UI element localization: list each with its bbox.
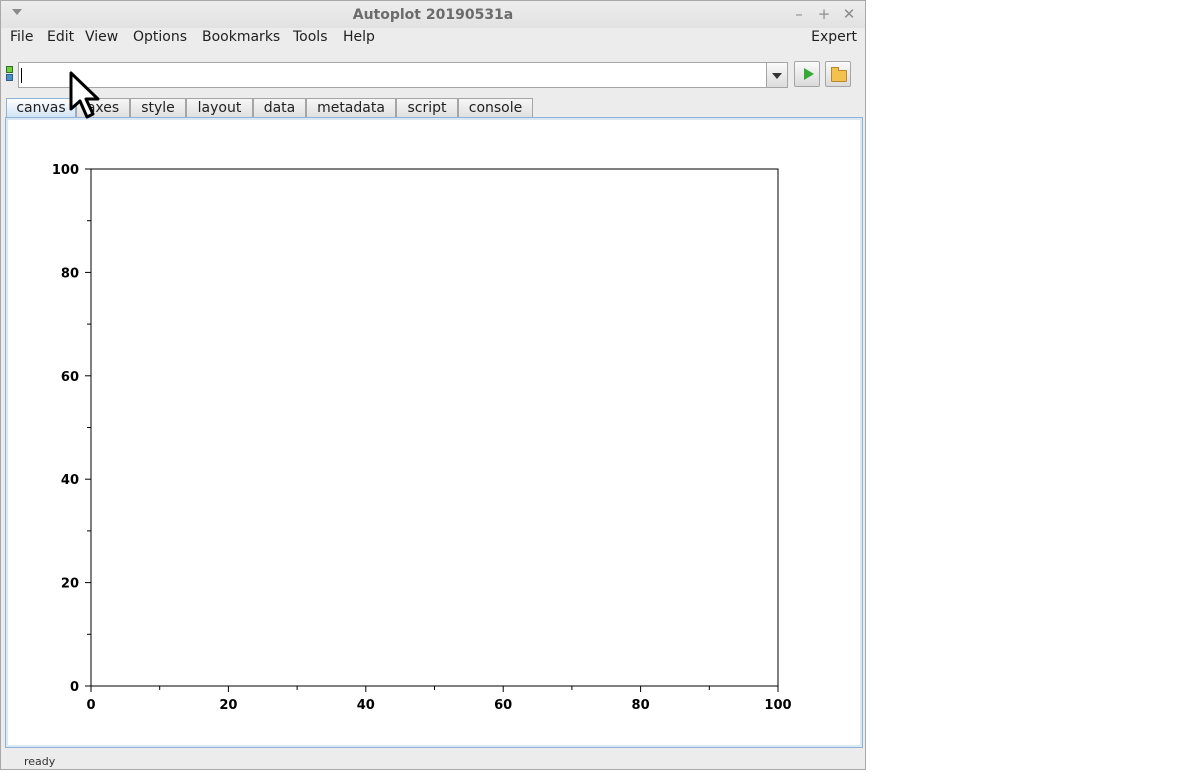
uri-bar bbox=[1, 55, 865, 95]
x-tick-label: 20 bbox=[219, 698, 237, 713]
status-bar: ready bbox=[1, 751, 865, 770]
title-bar[interactable]: Autoplot 20190531a – + ✕ bbox=[1, 1, 865, 29]
plot-canvas[interactable]: 0 20 40 60 80 100 0 20 40 60 80 100 bbox=[8, 120, 860, 745]
y-tick-label: 100 bbox=[52, 163, 79, 178]
y-tick-label: 20 bbox=[61, 577, 79, 592]
play-icon bbox=[804, 68, 814, 80]
x-tick-label: 80 bbox=[632, 698, 650, 713]
uri-input[interactable] bbox=[18, 62, 767, 88]
x-tick-label: 100 bbox=[764, 698, 791, 713]
activity-led-icon bbox=[6, 74, 13, 81]
folder-icon bbox=[831, 67, 847, 82]
plot-frame bbox=[90, 168, 779, 687]
x-tick-label: 0 bbox=[86, 698, 95, 713]
uri-history-dropdown[interactable] bbox=[767, 62, 788, 88]
plot-svg[interactable]: 0 20 40 60 80 100 0 20 40 60 80 100 bbox=[8, 120, 860, 745]
menu-edit[interactable]: Edit bbox=[47, 29, 74, 45]
status-text: ready bbox=[24, 755, 56, 768]
y-tick-label: 80 bbox=[61, 266, 79, 281]
menu-options[interactable]: Options bbox=[133, 29, 187, 45]
menu-view[interactable]: View bbox=[85, 29, 118, 45]
y-tick-label: 0 bbox=[70, 680, 79, 695]
close-icon[interactable]: ✕ bbox=[840, 5, 858, 23]
tab-layout[interactable]: layout bbox=[186, 98, 253, 117]
menu-help[interactable]: Help bbox=[343, 29, 375, 45]
canvas-tab-panel: 0 20 40 60 80 100 0 20 40 60 80 100 bbox=[5, 117, 863, 748]
y-tick-label: 40 bbox=[61, 473, 79, 488]
chevron-down-icon bbox=[772, 73, 782, 79]
menu-expert[interactable]: Expert bbox=[811, 29, 857, 45]
mouse-pointer-icon bbox=[69, 71, 100, 119]
tab-canvas[interactable]: canvas bbox=[6, 98, 76, 118]
browse-button[interactable] bbox=[825, 61, 851, 87]
tab-script[interactable]: script bbox=[396, 98, 458, 117]
menu-file[interactable]: File bbox=[10, 29, 33, 45]
tab-data[interactable]: data bbox=[253, 98, 306, 117]
tab-metadata[interactable]: metadata bbox=[306, 98, 396, 117]
menu-tools[interactable]: Tools bbox=[293, 29, 328, 45]
menu-bookmarks[interactable]: Bookmarks bbox=[202, 29, 280, 45]
minimize-icon[interactable]: – bbox=[790, 5, 808, 23]
tab-console[interactable]: console bbox=[458, 98, 533, 117]
menu-bar: File Edit View Options Bookmarks Tools H… bbox=[1, 28, 865, 48]
text-caret bbox=[21, 68, 22, 83]
x-tick-label: 40 bbox=[357, 698, 375, 713]
autoplot-window: Autoplot 20190531a – + ✕ File Edit View … bbox=[0, 0, 866, 770]
tab-style[interactable]: style bbox=[130, 98, 186, 117]
window-title: Autoplot 20190531a bbox=[352, 7, 514, 23]
go-button[interactable] bbox=[794, 61, 820, 87]
maximize-icon[interactable]: + bbox=[815, 5, 833, 23]
y-tick-label: 60 bbox=[61, 370, 79, 385]
x-tick-label: 60 bbox=[494, 698, 512, 713]
status-led-icon bbox=[6, 66, 13, 73]
